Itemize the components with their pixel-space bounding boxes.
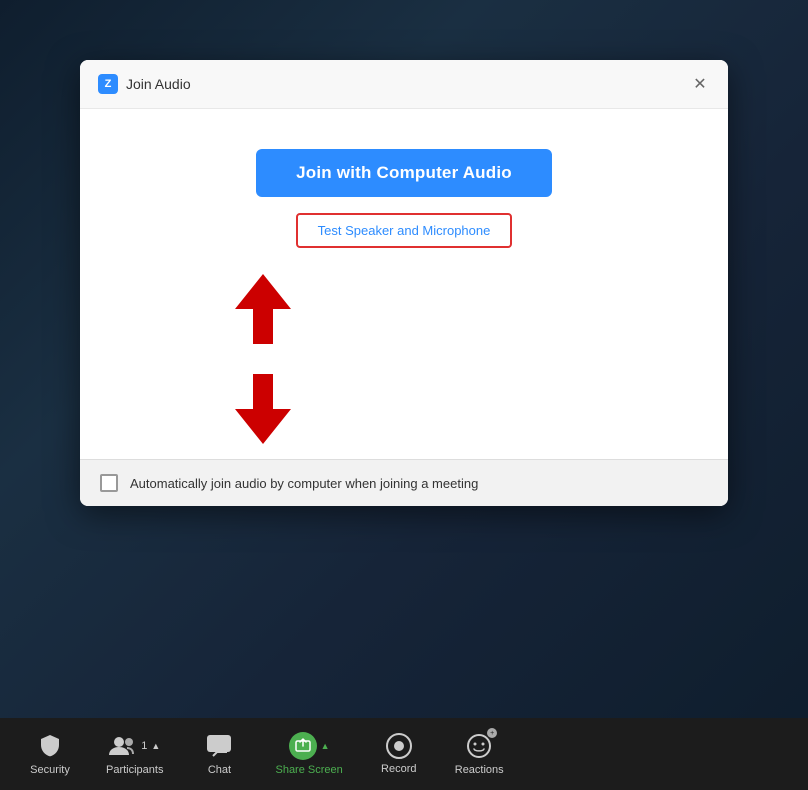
record-dot (394, 741, 404, 751)
share-screen-icon (289, 732, 317, 760)
modal-overlay: Z Join Audio ✕ Join with Computer Audio … (0, 0, 808, 790)
toolbar-item-reactions[interactable]: + Reactions (439, 724, 520, 784)
auto-join-label: Automatically join audio by computer whe… (130, 476, 478, 491)
toolbar-item-chat[interactable]: Chat (179, 724, 259, 784)
dialog-footer: Automatically join audio by computer whe… (80, 459, 728, 506)
test-speaker-microphone-button[interactable]: Test Speaker and Microphone (296, 213, 513, 248)
arrow-down-icon (235, 374, 291, 444)
toolbar-item-participants[interactable]: 1 ▲ Participants (90, 724, 179, 784)
reactions-label: Reactions (455, 764, 504, 776)
participants-label: Participants (106, 764, 163, 776)
arrow-up-icon (235, 274, 291, 344)
chat-label: Chat (208, 764, 231, 776)
dialog-header: Z Join Audio ✕ (80, 60, 728, 109)
emoji-icon: + (465, 732, 493, 760)
close-button[interactable]: ✕ (690, 74, 710, 94)
join-with-computer-audio-button[interactable]: Join with Computer Audio (256, 149, 552, 197)
dialog-title: Join Audio (126, 76, 191, 92)
toolbar-item-record[interactable]: Record (359, 725, 439, 783)
dialog-body: Join with Computer Audio Test Speaker an… (80, 109, 728, 459)
security-label: Security (30, 764, 70, 776)
toolbar: Security 1 ▲ Participants Chat (0, 718, 808, 790)
toolbar-item-security[interactable]: Security (10, 724, 90, 784)
chat-icon (205, 732, 233, 760)
zoom-logo-icon: Z (98, 74, 118, 94)
record-icon (386, 733, 412, 759)
auto-join-checkbox[interactable] (100, 474, 118, 492)
participants-caret-icon: ▲ (151, 741, 160, 751)
join-audio-dialog: Z Join Audio ✕ Join with Computer Audio … (80, 60, 728, 506)
dialog-title-row: Z Join Audio (98, 74, 191, 94)
record-label: Record (381, 763, 416, 775)
toolbar-item-share-screen[interactable]: ▲ Share Screen (259, 724, 358, 784)
shield-icon (36, 732, 64, 760)
people-icon (109, 732, 137, 760)
share-screen-caret-icon: ▲ (321, 741, 330, 751)
share-screen-label: Share Screen (275, 764, 342, 776)
participants-badge: 1 (141, 740, 147, 752)
